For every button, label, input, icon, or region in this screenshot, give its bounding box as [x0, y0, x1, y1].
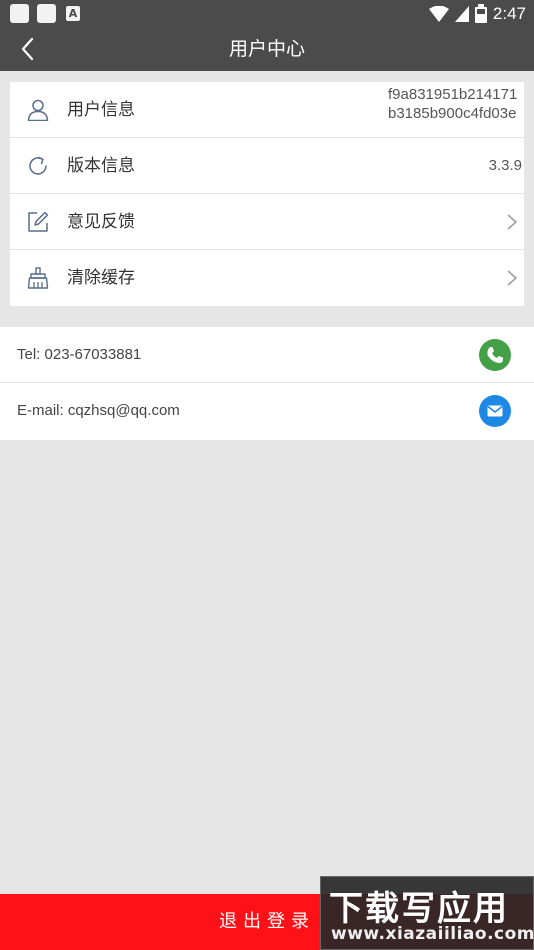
menu-item-clear-cache[interactable]: 清除缓存	[10, 250, 524, 306]
chevron-right-icon	[507, 214, 518, 230]
notification-icon	[10, 4, 29, 23]
page-title: 用户中心	[228, 38, 305, 60]
contact-section: Tel: 023-67033881 E-mail: cqzhsq@qq.com	[0, 327, 534, 440]
version-value: 3.3.9	[488, 157, 522, 174]
clock: 2:47	[492, 3, 526, 23]
contact-email-row: E-mail: cqzhsq@qq.com	[0, 383, 534, 440]
broom-icon	[27, 267, 49, 289]
call-button[interactable]	[479, 339, 511, 371]
notification-icon	[37, 4, 56, 23]
tel-text: Tel: 023-67033881	[17, 346, 142, 363]
menu-item-label: 清除缓存	[67, 268, 135, 288]
menu-item-feedback[interactable]: 意见反馈	[10, 194, 524, 250]
email-button[interactable]	[479, 395, 511, 427]
user-id-value: f9a831951b214171b3185b900c4fd03e	[388, 86, 518, 122]
menu-item-version-info[interactable]: 版本信息 3.3.9	[10, 138, 524, 194]
phone-icon	[487, 347, 503, 363]
wifi-icon	[428, 5, 449, 22]
menu-item-label: 意见反馈	[67, 212, 135, 232]
watermark-logo: 下载写应用 www.xiazaiiliao.com	[320, 876, 534, 950]
battery-icon	[474, 4, 487, 23]
chevron-right-icon	[507, 270, 518, 286]
watermark-text: 下载写应用	[329, 889, 509, 929]
settings-list: 用户信息 f9a831951b214171b3185b900c4fd03e 版本…	[10, 82, 524, 306]
menu-item-user-info[interactable]: 用户信息 f9a831951b214171b3185b900c4fd03e	[10, 82, 524, 138]
edit-icon	[28, 211, 49, 232]
status-bar: A 2:47	[0, 0, 534, 27]
notification-a-icon: A	[66, 6, 80, 21]
contact-tel-row: Tel: 023-67033881	[0, 327, 534, 383]
mail-icon	[487, 405, 503, 417]
watermark-url: www.xiazaiiliao.com	[331, 924, 534, 944]
email-text: E-mail: cqzhsq@qq.com	[17, 402, 180, 419]
signal-icon	[454, 5, 469, 22]
menu-item-label: 版本信息	[67, 156, 135, 176]
menu-item-label: 用户信息	[67, 100, 135, 120]
app-header: 用户中心	[0, 27, 534, 71]
user-icon	[27, 99, 49, 121]
refresh-icon	[29, 156, 47, 175]
